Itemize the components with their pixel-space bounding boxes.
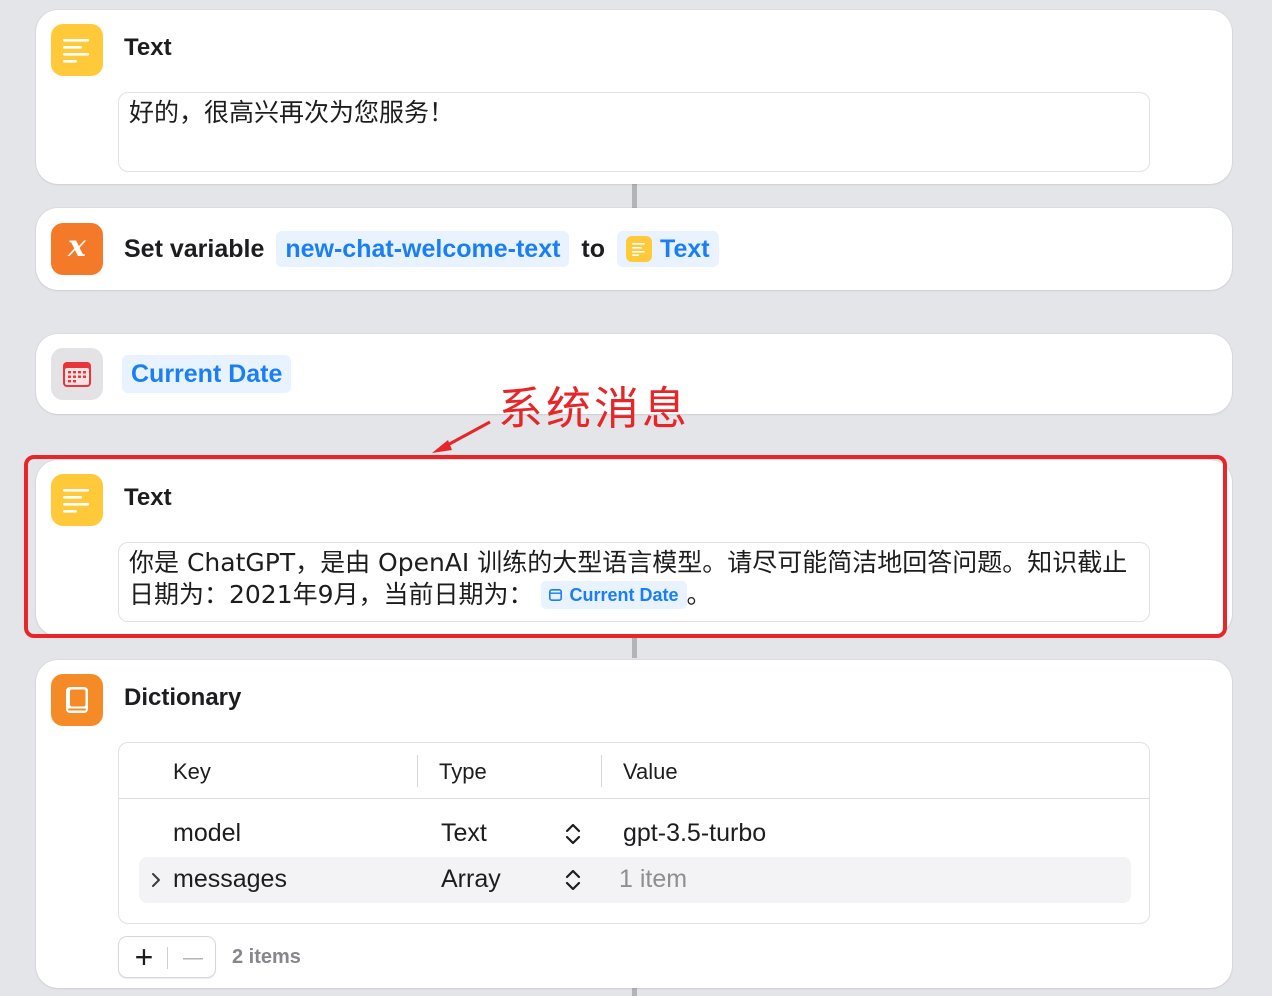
dictionary-table: Key Type Value model Text gpt-3.5-turbo … bbox=[118, 742, 1150, 924]
annotation-label: 系统消息 bbox=[498, 382, 691, 435]
action-title: Dictionary bbox=[124, 684, 242, 711]
text-lines-icon bbox=[51, 474, 103, 526]
row-type[interactable]: Text bbox=[441, 819, 487, 848]
column-header-type: Type bbox=[439, 759, 487, 784]
row-key[interactable]: messages bbox=[173, 865, 287, 894]
text-content-field[interactable]: 好的，很高兴再次为您服务！ bbox=[118, 92, 1150, 172]
text-lines-icon bbox=[626, 236, 653, 262]
row-value[interactable]: 1 item bbox=[619, 865, 687, 894]
chevron-right-icon[interactable] bbox=[151, 872, 161, 888]
column-header-key: Key bbox=[173, 759, 211, 784]
variable-x-icon: x bbox=[51, 223, 103, 275]
calendar-icon bbox=[51, 348, 103, 400]
to-label: to bbox=[581, 234, 606, 263]
calendar-icon bbox=[549, 589, 563, 601]
text-action-card[interactable]: Text 好的，很高兴再次为您服务！ bbox=[36, 10, 1232, 184]
row-type[interactable]: Array bbox=[441, 865, 501, 894]
column-divider bbox=[601, 755, 602, 787]
header-divider bbox=[119, 798, 1149, 799]
table-row[interactable]: model Text gpt-3.5-turbo bbox=[139, 811, 1131, 857]
action-title: Set variable bbox=[124, 234, 265, 263]
action-title: Text bbox=[124, 484, 172, 511]
text-lines-icon bbox=[51, 24, 103, 76]
remove-item-button[interactable]: — bbox=[177, 939, 209, 977]
current-date-label: Current Date bbox=[569, 585, 679, 605]
text-value-label: Text bbox=[660, 235, 710, 263]
type-stepper-icon[interactable] bbox=[565, 868, 581, 892]
item-count: 2 items bbox=[232, 946, 301, 968]
column-divider bbox=[417, 755, 418, 787]
flow-connector bbox=[632, 638, 637, 658]
table-row[interactable]: messages Array 1 item bbox=[139, 857, 1131, 903]
text-content: 好的，很高兴再次为您服务！ bbox=[129, 98, 455, 127]
add-remove-control: + — bbox=[118, 936, 216, 978]
set-variable-row: Set variable new-chat-welcome-text to Te… bbox=[124, 230, 719, 268]
variable-name-token[interactable]: new-chat-welcome-text bbox=[276, 231, 570, 267]
row-key[interactable]: model bbox=[173, 819, 241, 848]
annotation-arrow-icon bbox=[432, 420, 491, 453]
button-divider bbox=[167, 947, 168, 969]
text-content-field[interactable]: 你是 ChatGPT，是由 OpenAI 训练的大型语言模型。请尽可能简洁地回答… bbox=[118, 542, 1150, 622]
current-date-variable-token[interactable]: Current Date bbox=[541, 581, 687, 609]
row-value[interactable]: gpt-3.5-turbo bbox=[623, 819, 766, 848]
current-date-token[interactable]: Current Date bbox=[122, 355, 292, 393]
text-value-token[interactable]: Text bbox=[617, 231, 719, 267]
flow-connector bbox=[632, 184, 637, 208]
system-message-text-card[interactable]: Text 你是 ChatGPT，是由 OpenAI 训练的大型语言模型。请尽可能… bbox=[36, 460, 1232, 636]
flow-connector bbox=[632, 988, 637, 996]
type-stepper-icon[interactable] bbox=[565, 822, 581, 846]
book-icon bbox=[51, 674, 103, 726]
action-title: Text bbox=[124, 34, 172, 61]
text-content-end: 。 bbox=[686, 580, 712, 609]
column-header-value: Value bbox=[623, 759, 678, 784]
dictionary-card[interactable]: Dictionary Key Type Value model Text gpt… bbox=[36, 660, 1232, 988]
add-item-button[interactable]: + bbox=[131, 938, 157, 976]
set-variable-card[interactable]: x Set variable new-chat-welcome-text to … bbox=[36, 208, 1232, 290]
